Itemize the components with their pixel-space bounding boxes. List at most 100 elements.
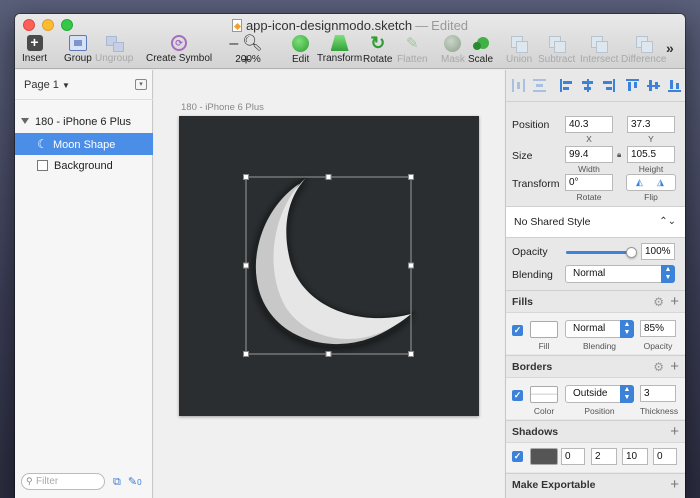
flip-control[interactable]: ◭ ◮ [626,174,676,191]
add-shadow-button[interactable]: + [670,421,679,443]
toggle-pages-button[interactable]: ▾ [135,79,147,90]
resize-handle-right[interactable] [408,262,414,269]
opacity-label: Opacity [512,246,548,258]
artboard-title[interactable]: 180 - iPhone 6 Plus [181,102,264,113]
width-input[interactable]: 99.4 [565,146,613,163]
zoom-in-icon[interactable]: + [241,52,254,69]
slices-filter-icon[interactable]: ✎ [128,476,137,488]
shared-style-select[interactable]: No Shared Style ⌃⌄ [506,206,685,238]
symbol-icon: ⟳ [171,35,188,51]
union-button[interactable]: Union [506,35,532,65]
resize-handle-top-left[interactable] [243,174,249,180]
border-thickness-input[interactable]: 3 [640,385,676,402]
rotate-button[interactable]: ↻ Rotate [363,34,392,65]
align-center-horizontal-icon[interactable] [581,79,594,92]
resize-handle-left[interactable] [243,262,249,269]
sidebar-divider [15,99,153,100]
flip-horizontal-icon[interactable]: ◭ [636,177,643,188]
add-border-button[interactable]: + [670,356,679,378]
inspector-panel: Position 40.3 37.3 X Y Size 99.4 🔒︎ 105.… [505,70,685,498]
artboard[interactable] [179,116,479,416]
resize-handle-bottom-right[interactable] [408,351,414,357]
fill-opacity-input[interactable]: 85% [640,320,676,337]
border-enabled-checkbox[interactable]: ✓ [512,390,523,401]
ungroup-button[interactable]: Ungroup [95,35,133,64]
blending-select[interactable]: Normal ▲ ▼ [565,265,675,283]
page-selector[interactable]: Page 1 ▼ [24,79,70,91]
shadow-enabled-checkbox[interactable]: ✓ [512,451,523,462]
resize-handle-top[interactable] [325,174,332,180]
layer-filter-input[interactable]: ⚲ Filter [21,473,105,490]
difference-icon [635,35,653,53]
align-bottom-icon[interactable] [668,79,681,92]
lock-ratio-icon[interactable]: 🔒︎ [617,150,621,160]
create-symbol-button[interactable]: ⟳ Create Symbol [146,35,212,64]
shadow-y-input[interactable]: 2 [591,448,617,465]
gear-icon[interactable]: ⚙ [653,291,664,313]
fill-blending-select[interactable]: Normal ▲ ▼ [565,320,634,338]
opacity-input[interactable]: 100% [641,243,675,260]
align-top-icon[interactable] [626,79,639,92]
align-left-icon[interactable] [560,79,573,92]
add-fill-button[interactable]: + [670,291,679,313]
layer-artboard[interactable]: 180 - iPhone 6 Plus [15,111,153,133]
group-button[interactable]: Group [64,35,92,64]
fill-enabled-checkbox[interactable]: ✓ [512,325,523,336]
borders-title: Borders [512,361,553,373]
moon-highlight [273,178,411,339]
intersect-button[interactable]: Intersect [580,35,618,65]
border-color-swatch[interactable] [530,386,558,403]
title-bar: app-icon-designmodo.sketch — Edited + Inse… [15,14,685,69]
add-export-button[interactable]: + [670,474,679,496]
scale-icon [472,35,490,52]
moon-artwork[interactable] [179,116,479,416]
distribute-vertical-icon[interactable] [533,79,546,92]
border-position-label: Position [584,406,615,416]
fill-opacity-label: Opacity [643,341,673,351]
fill-color-swatch[interactable] [530,321,558,338]
filter-placeholder: Filter [36,476,59,487]
resize-handle-bottom[interactable] [325,351,332,357]
zoom-out-icon[interactable]: – [229,35,242,52]
flatten-button[interactable]: ✎ Flatten [397,35,428,65]
height-input[interactable]: 105.5 [627,146,675,163]
symbols-filter-icon[interactable]: ⧉ [113,476,121,488]
insert-button[interactable]: + Insert [22,35,47,65]
shadow-blur-input[interactable]: 10 [622,448,648,465]
distribute-horizontal-icon[interactable] [512,79,525,92]
resize-handle-bottom-left[interactable] [243,351,249,357]
resize-handle-top-right[interactable] [408,174,414,180]
shadow-x-input[interactable]: 0 [561,448,585,465]
document-status: Edited [431,18,469,33]
border-position-select[interactable]: Outside ▲ ▼ [565,385,634,403]
align-middle-vertical-icon[interactable] [647,79,660,92]
mask-button[interactable]: Mask [441,35,465,65]
subtract-button[interactable]: Subtract [538,35,575,65]
shadow-spread-input[interactable]: 0 [653,448,677,465]
disclosure-triangle-icon[interactable] [21,118,29,124]
opacity-slider[interactable] [566,247,637,258]
canvas[interactable]: 180 - iPhone 6 Plus [154,70,504,498]
align-right-icon[interactable] [602,79,615,92]
edit-button[interactable]: Edit [292,35,309,65]
scale-button[interactable]: Scale [468,35,493,65]
fills-title: Fills [512,296,534,308]
position-y-input[interactable]: 37.3 [627,116,675,133]
subtract-label: Subtract [538,54,576,65]
transform-button[interactable]: Transform [317,35,362,64]
difference-button[interactable]: Difference [621,35,666,65]
flatten-label: Flatten [397,54,428,65]
toolbar-overflow-button[interactable]: » [666,40,674,56]
background-layer-label: Background [54,160,113,172]
shadow-color-swatch[interactable] [530,448,558,465]
layer-background[interactable]: Background [15,155,153,177]
flatten-icon: ✎ [405,35,419,52]
rotate-input[interactable]: 0° [565,174,613,191]
flip-vertical-icon[interactable]: ◮ [657,177,664,188]
opacity-slider-knob[interactable] [626,247,637,258]
zoom-control[interactable]: –🔍︎+ 200% [225,35,271,69]
gear-icon[interactable]: ⚙ [653,356,664,378]
position-x-input[interactable]: 40.3 [565,116,613,133]
layer-moon-shape[interactable]: ☾ Moon Shape [15,133,153,155]
transform-icon [330,35,349,51]
